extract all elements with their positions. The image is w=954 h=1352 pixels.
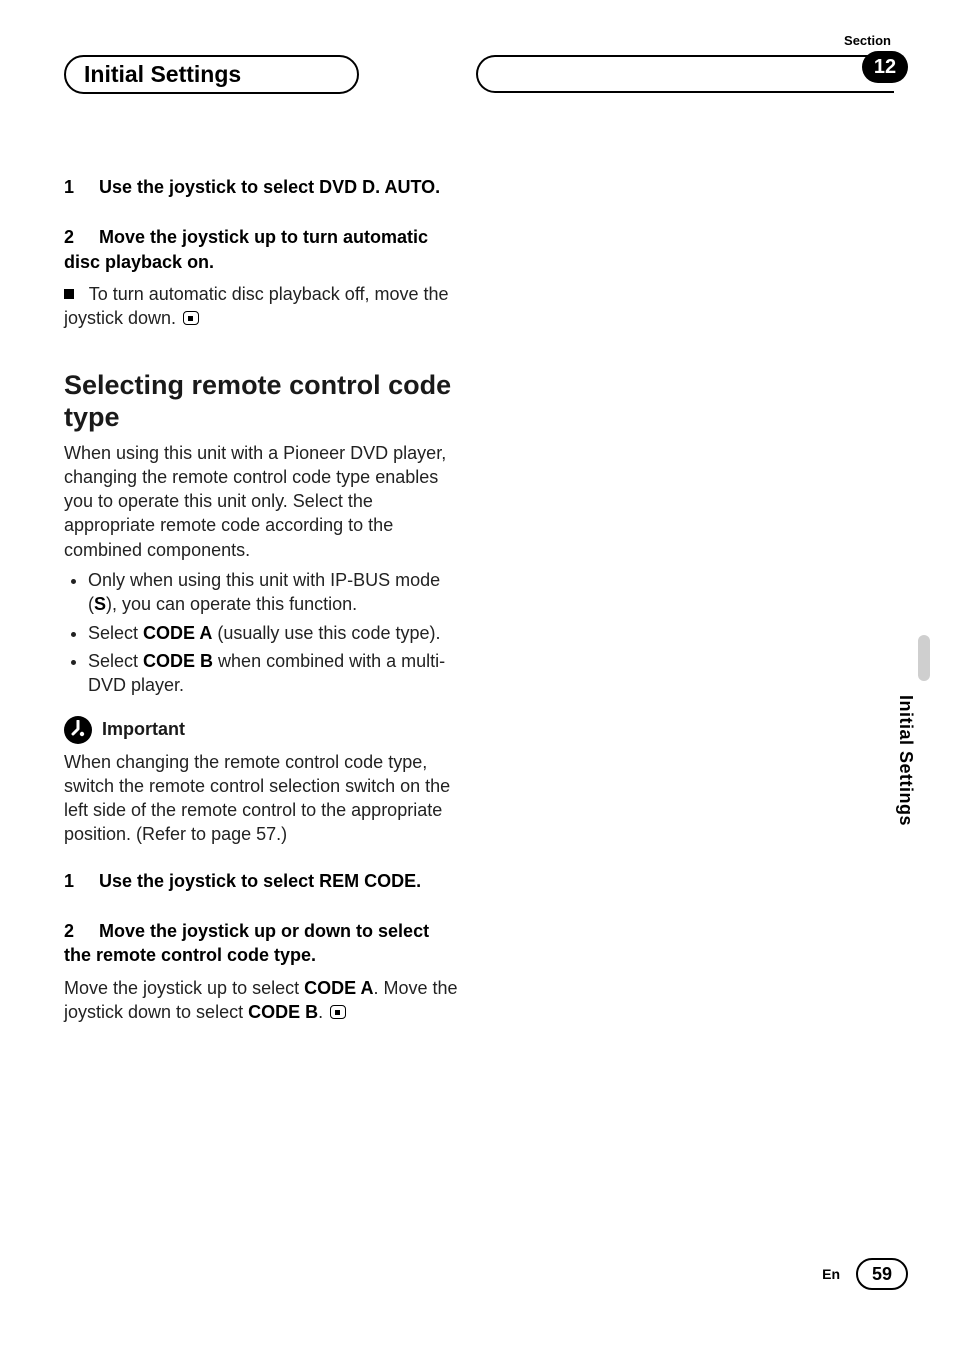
side-tab: Initial Settings — [890, 635, 916, 867]
step-text: Use the joystick to select DVD D. AUTO. — [99, 177, 440, 197]
bold: CODE A — [143, 623, 212, 643]
step-b1: 1 Use the joystick to select REM CODE. — [64, 869, 461, 893]
step-text: Move the joystick up or down to select t… — [64, 921, 429, 965]
step-a2: 2 Move the joystick up to turn automatic… — [64, 225, 461, 330]
body-column: 1 Use the joystick to select DVD D. AUTO… — [64, 175, 461, 1050]
end-of-topic-icon — [183, 311, 199, 325]
list-item: Select CODE A (usually use this code typ… — [88, 621, 461, 645]
header-left-pill: Initial Settings — [64, 55, 359, 94]
text: Select — [88, 651, 143, 671]
note-text: To turn automatic disc playback off, mov… — [64, 284, 449, 328]
bold: CODE A — [304, 978, 373, 998]
end-of-topic-icon — [330, 1005, 346, 1019]
list-item: Select CODE B when combined with a multi… — [88, 649, 461, 698]
step-number: 2 — [64, 225, 94, 249]
text: . — [318, 1002, 323, 1022]
bullet-list: Only when using this unit with IP-BUS mo… — [64, 568, 461, 697]
step-text: Use the joystick to select REM CODE. — [99, 871, 421, 891]
section-label: Section — [844, 33, 891, 48]
important-callout: Important — [64, 716, 461, 744]
step-number: 1 — [64, 869, 94, 893]
header-right-pill — [476, 55, 894, 93]
step-b2: 2 Move the joystick up or down to select… — [64, 919, 461, 1024]
page-number: 59 — [872, 1264, 892, 1285]
language-code: En — [822, 1266, 840, 1282]
list-item: Only when using this unit with IP-BUS mo… — [88, 568, 461, 617]
important-icon — [64, 716, 92, 744]
text: (usually use this code type). — [212, 623, 440, 643]
bold: S — [94, 594, 106, 614]
page-footer: En 59 — [822, 1258, 908, 1290]
step-note: To turn automatic disc playback off, mov… — [64, 282, 461, 331]
important-text: When changing the remote control code ty… — [64, 750, 461, 847]
thumb-index-bar — [918, 635, 930, 681]
section-number: 12 — [874, 56, 896, 79]
step-number: 2 — [64, 919, 94, 943]
important-label: Important — [102, 717, 185, 741]
header-title: Initial Settings — [84, 61, 241, 88]
step-detail: Move the joystick up to select CODE A. M… — [64, 976, 461, 1025]
square-bullet-icon — [64, 289, 74, 299]
step-a1: 1 Use the joystick to select DVD D. AUTO… — [64, 175, 461, 199]
text: Move the joystick up to select — [64, 978, 304, 998]
side-tab-label: Initial Settings — [890, 695, 916, 826]
page-header: Section Initial Settings 12 — [0, 33, 954, 93]
text: Select — [88, 623, 143, 643]
section-intro: When using this unit with a Pioneer DVD … — [64, 441, 461, 562]
page: Section Initial Settings 12 1 Use the jo… — [0, 0, 954, 1352]
section-number-badge: 12 — [862, 51, 908, 83]
step-text: Move the joystick up to turn automatic d… — [64, 227, 428, 271]
page-number-pill: 59 — [856, 1258, 908, 1290]
bold: CODE B — [143, 651, 213, 671]
section-heading: Selecting remote control code type — [64, 370, 461, 432]
step-number: 1 — [64, 175, 94, 199]
text: ), you can operate this function. — [106, 594, 357, 614]
bold: CODE B — [248, 1002, 318, 1022]
